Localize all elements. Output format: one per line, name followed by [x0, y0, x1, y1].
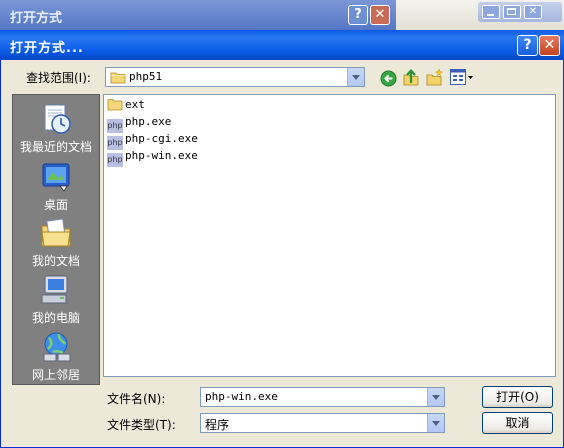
- chevron-down-icon: [352, 74, 360, 80]
- place-label: 我的电脑: [31, 311, 80, 325]
- minimize-icon[interactable]: [482, 5, 500, 19]
- background-window-title: 打开方式: [10, 11, 63, 26]
- filename-field[interactable]: php-win.exe: [200, 387, 445, 407]
- filename-label: 文件名(N):: [107, 392, 166, 406]
- close-icon[interactable]: ✕: [524, 5, 542, 19]
- file-name: php.exe: [125, 115, 172, 128]
- my-computer-icon: [41, 275, 68, 304]
- view-menu-button[interactable]: [450, 69, 474, 88]
- place-recent-documents[interactable]: 我最近的文档: [12, 102, 100, 155]
- look-in-label: 查找范围(I):: [26, 71, 91, 85]
- up-folder-icon[interactable]: [402, 68, 420, 86]
- file-name: php-win.exe: [125, 149, 198, 162]
- filename-arrow[interactable]: [427, 388, 444, 406]
- place-label: 我的文档: [31, 254, 80, 268]
- php-exe-icon: php: [107, 153, 123, 167]
- folder-icon: [110, 72, 126, 84]
- back-icon[interactable]: [380, 70, 397, 87]
- background-close-button[interactable]: ✕: [370, 5, 390, 25]
- open-button[interactable]: 打开(O): [482, 386, 553, 408]
- new-folder-icon[interactable]: [426, 68, 444, 86]
- list-item[interactable]: php php-win.exe: [107, 148, 198, 167]
- filetype-label: 文件类型(T):: [107, 418, 176, 432]
- file-name: ext: [125, 98, 145, 111]
- my-documents-icon: [41, 218, 71, 247]
- look-in-value: php51: [129, 70, 163, 83]
- list-item[interactable]: php php-cgi.exe: [107, 131, 198, 150]
- folder-icon: [107, 99, 123, 111]
- background-window-controls: ✕: [478, 2, 562, 22]
- cancel-button[interactable]: 取消: [482, 412, 553, 434]
- place-label: 我最近的文档: [19, 140, 92, 154]
- network-places-icon: [43, 332, 71, 362]
- file-name: php-cgi.exe: [125, 132, 198, 145]
- recent-documents-icon: [44, 104, 71, 134]
- maximize-icon[interactable]: [503, 5, 521, 19]
- place-desktop[interactable]: 桌面: [12, 160, 100, 213]
- help-button[interactable]: ?: [517, 35, 538, 56]
- dialog-title: 打开方式...: [10, 41, 84, 56]
- filetype-arrow[interactable]: [427, 414, 444, 432]
- place-label: 网上邻居: [31, 368, 80, 382]
- look-in-arrow[interactable]: [347, 68, 364, 86]
- desktop-icon: [42, 163, 70, 192]
- view-menu-icon: [450, 69, 473, 85]
- place-label: 桌面: [43, 198, 68, 212]
- filetype-value: 程序: [205, 418, 230, 432]
- place-my-documents[interactable]: 我的文档: [12, 216, 100, 269]
- close-button[interactable]: ✕: [539, 35, 560, 56]
- list-item[interactable]: ext: [107, 97, 145, 113]
- background-help-button[interactable]: ?: [348, 5, 368, 25]
- place-network[interactable]: 网上邻居: [12, 330, 100, 383]
- filetype-dropdown[interactable]: 程序: [200, 413, 445, 433]
- filename-value: php-win.exe: [205, 390, 278, 403]
- list-item[interactable]: php php.exe: [107, 114, 172, 133]
- chevron-down-icon: [432, 420, 440, 426]
- look-in-dropdown[interactable]: php51: [105, 67, 365, 87]
- dialog-titlebar: [0, 30, 564, 60]
- chevron-down-icon: [432, 394, 440, 400]
- place-my-computer[interactable]: 我的电脑: [12, 273, 100, 326]
